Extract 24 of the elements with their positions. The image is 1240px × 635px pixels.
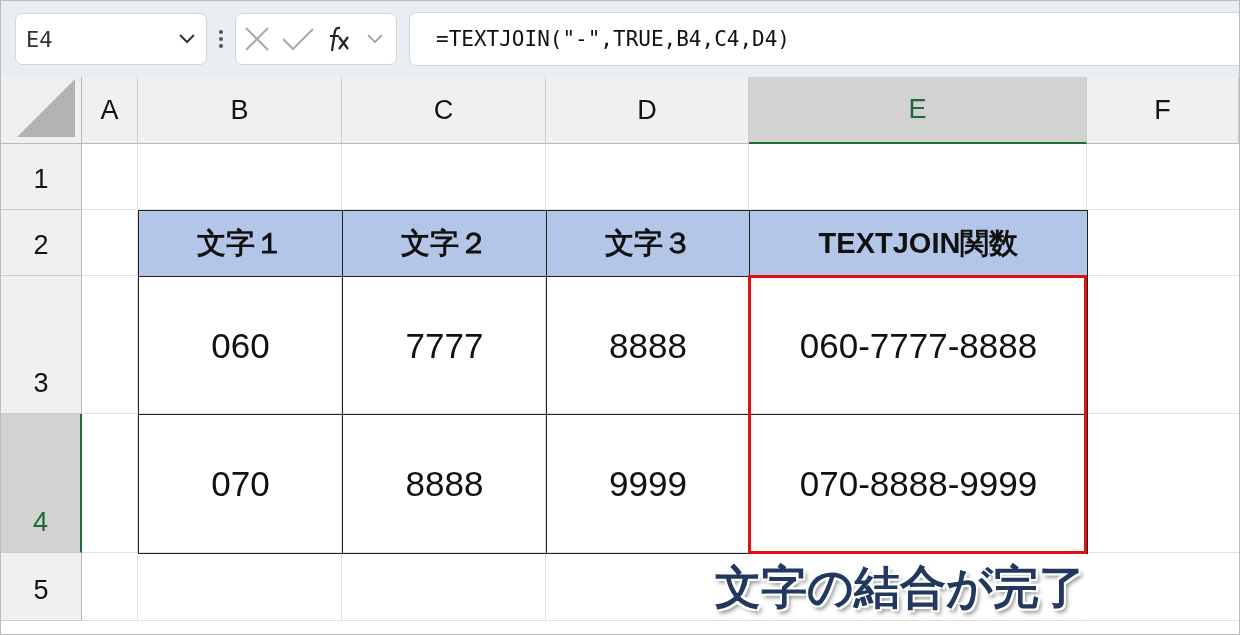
chevron-down-icon[interactable] [366,34,384,44]
table-cell: 070 [138,414,343,554]
cancel-icon[interactable] [244,26,270,52]
column-header[interactable]: D [546,77,749,144]
row-header[interactable]: 1 [1,144,82,210]
formula-bar[interactable]: =TEXTJOIN("-",TRUE,B4,C4,D4) [409,12,1239,66]
table-cell: TEXTJOIN関数 [749,210,1088,277]
table-cell: 文字３ [546,210,750,277]
row-header[interactable]: 2 [1,210,82,276]
column-header[interactable]: A [82,77,138,144]
chevron-down-icon [178,34,196,44]
select-all-icon[interactable] [17,79,75,137]
row-header[interactable]: 4 [1,414,82,553]
more-vertical-icon[interactable] [219,30,223,48]
column-header[interactable]: B [138,77,342,144]
name-box[interactable]: E4 [15,13,207,65]
column-header[interactable]: E [749,77,1087,144]
row-header[interactable]: 3 [1,276,82,414]
check-icon[interactable] [282,27,314,51]
column-header[interactable]: F [1087,77,1239,144]
table-cell: 文字１ [138,210,343,277]
row-header[interactable]: 5 [1,553,82,621]
table-cell: 文字２ [342,210,547,277]
column-header[interactable]: C [342,77,546,144]
